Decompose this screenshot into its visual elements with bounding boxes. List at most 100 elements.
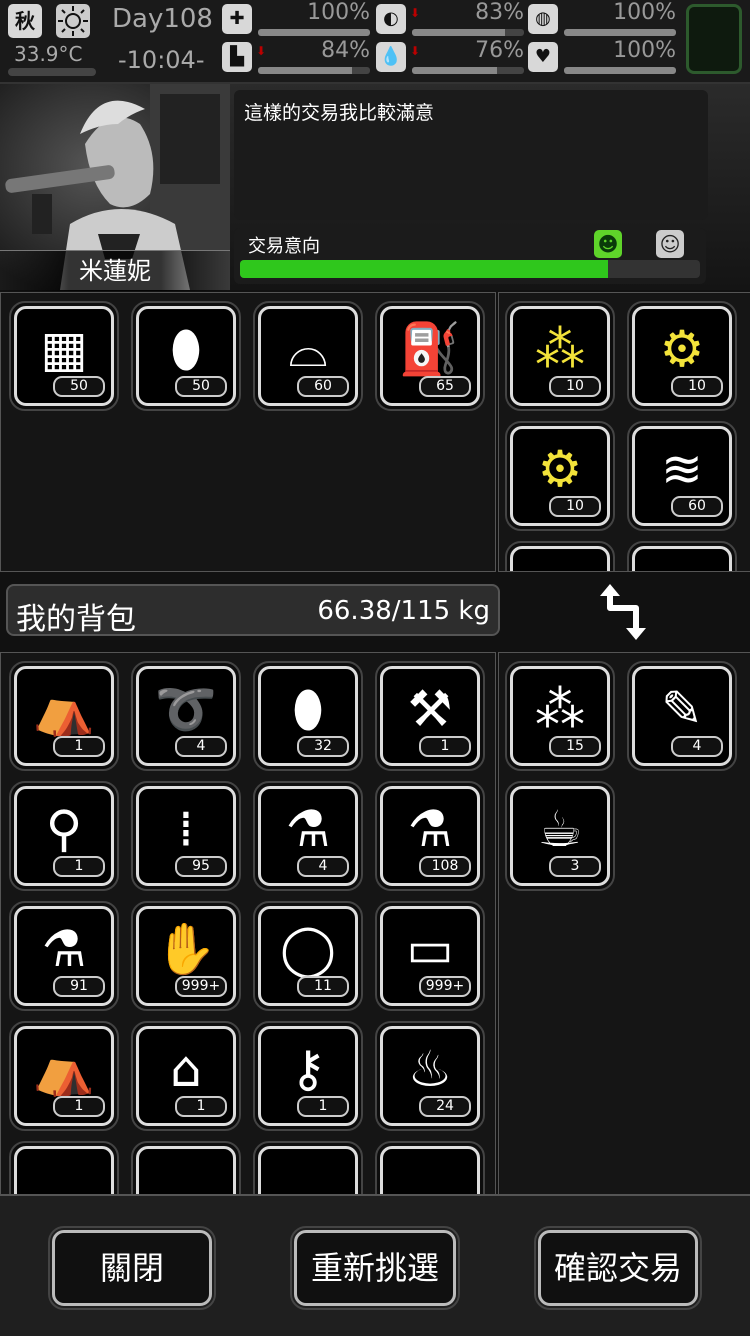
item-count: 1 (53, 1096, 105, 1117)
trade-intent-panel: 交易意向 ☻ ☺ (234, 228, 706, 284)
menu-slot-button[interactable] (686, 4, 742, 74)
my-offer-slot[interactable]: ☕ 3 (505, 781, 615, 891)
backpack-slot[interactable]: ⛺ 1 (9, 1021, 119, 1131)
stat-value: 100% (307, 0, 370, 25)
day-counter: Day108 (112, 4, 213, 34)
item-count: 4 (297, 856, 349, 877)
backpack-slot[interactable]: ✋ 999+ (131, 901, 241, 1011)
cash-stack-icon: ▭ (406, 920, 454, 978)
bricks-icon: ▦ (40, 320, 88, 378)
vial-ii-icon: ⚗ (407, 800, 453, 858)
trader-inventory-slot[interactable]: ⚙ 10 (627, 301, 737, 411)
slot-frame: ⛺ 1 (14, 666, 114, 766)
season-badge: 秋 (8, 4, 42, 38)
cola-cup-icon: ☕ (537, 800, 583, 858)
close-button[interactable]: 關閉 (48, 1226, 216, 1310)
happy-face-icon: ☻ (594, 230, 622, 258)
stat-bar-fill (412, 67, 498, 74)
backpack-slot[interactable]: ⁞ 95 (131, 781, 241, 891)
stat-bar (564, 29, 676, 36)
backpack-slot[interactable]: ⚷ 1 (253, 1021, 363, 1131)
slot-frame: ✋ 999+ (136, 906, 236, 1006)
item-count: 65 (419, 376, 471, 397)
stat-meter: 84% (258, 38, 370, 76)
item-count: 1 (419, 736, 471, 757)
backpack-slot[interactable]: ⌂ 1 (131, 1021, 241, 1131)
backpack-slot[interactable]: ⚗ 4 (253, 781, 363, 891)
item-count: 11 (297, 976, 349, 997)
slot-frame: ⌂ 1 (136, 1026, 236, 1126)
item-count: 999+ (175, 976, 227, 997)
stat-meter: 76% (412, 38, 524, 76)
stat-value: 76% (475, 38, 524, 63)
trader-offer-slot[interactable]: ⌓ 60 (253, 301, 363, 411)
clock: -10:04- (118, 46, 205, 74)
item-count: 4 (671, 736, 723, 757)
backpack-slot-partial[interactable] (253, 1141, 363, 1195)
swap-arrows-icon[interactable] (596, 582, 652, 642)
sun-icon (56, 4, 90, 38)
rope-icon: ➰ (154, 680, 218, 738)
backpack-slot[interactable]: ⛺ 1 (9, 661, 119, 771)
backpack-slot-partial[interactable] (375, 1141, 485, 1195)
slot-frame: ☕ 3 (510, 786, 610, 886)
trader-inventory-slot[interactable]: ≋ 60 (627, 421, 737, 531)
slot-frame: ⛽ 65 (380, 306, 480, 406)
grin-face-icon: ☺ (656, 230, 684, 258)
backpack-slot[interactable]: ▭ 999+ (375, 901, 485, 1011)
item-count: 4 (175, 736, 227, 757)
slot-frame: ▭ 999+ (380, 906, 480, 1006)
item-count: 60 (297, 376, 349, 397)
status-bar: 秋 33.9°C Day108 -10:04- ✚ 100% ◐ ⬇ 83% ◍ 100% ▙… (0, 0, 750, 84)
hiking-backpack-icon: ⛺ (32, 1040, 96, 1098)
slot-frame: ⚲ 1 (14, 786, 114, 886)
backpack-slot[interactable]: ⚗ 91 (9, 901, 119, 1011)
stat-value: 84% (321, 38, 370, 63)
trader-offer-slot[interactable]: ▦ 50 (9, 301, 119, 411)
backpack-header: 我的背包 66.38/115 kg (6, 584, 500, 637)
stat-bar (258, 67, 370, 74)
backpack-slot[interactable]: ◯ 11 (253, 901, 363, 1011)
temperature-gauge (8, 68, 96, 76)
my-offer-slot[interactable]: ⁂ 15 (505, 661, 615, 771)
heart-icon: ♥ (528, 42, 558, 72)
backpack-panel[interactable]: ⛺ 1 ➰ 4 ⬮ 32 ⚒ 1 ⚲ 1 ⁞ 95 ⚗ 4 ⚗ 108 ⚗ 91 ✋ 999+ ◯ 11 ▭ 999+ ⛺ 1 ⌂ 1… (0, 652, 496, 1196)
backpack-slot-partial[interactable] (9, 1141, 119, 1195)
item-count: 15 (549, 736, 601, 757)
backpack-slot[interactable]: ⚗ 108 (375, 781, 485, 891)
slot-frame: ⚷ 1 (258, 1026, 358, 1126)
item-count: 1 (53, 736, 105, 757)
my-offer-panel: ⁂ 15 ✎ 4 ☕ 3 (498, 652, 750, 1196)
item-count: 50 (53, 376, 105, 397)
trader-offer-slot[interactable]: ⛽ 65 (375, 301, 485, 411)
slot-frame: ≋ 60 (632, 426, 732, 526)
backpack-weight: 66.38/115 kg (317, 596, 490, 626)
item-count: 10 (549, 496, 601, 517)
trader-inventory-panel[interactable]: ⁂ 10 ⚙ 10 ⚙ 10 ≋ 60 (498, 292, 750, 572)
backpack-slot[interactable]: ⬮ 32 (253, 661, 363, 771)
backpack-slot[interactable]: ⚒ 1 (375, 661, 485, 771)
backpack-slot-partial[interactable] (131, 1141, 241, 1195)
backpack-slot[interactable]: ➰ 4 (131, 661, 241, 771)
backpack-slot[interactable]: ⚲ 1 (9, 781, 119, 891)
medkit-icon: ✚ (222, 4, 252, 34)
item-count: 3 (549, 856, 601, 877)
trader-inventory-slot[interactable]: ⚙ 10 (505, 421, 615, 531)
item-count: 10 (671, 376, 723, 397)
trader-inventory-slot[interactable]: ⁂ 10 (505, 301, 615, 411)
slot-frame: ⚗ 4 (258, 786, 358, 886)
my-offer-slot[interactable]: ✎ 4 (627, 661, 737, 771)
confirm-trade-button[interactable]: 確認交易 (534, 1226, 702, 1310)
slot-frame: ✎ 4 (632, 666, 732, 766)
slot-frame: ⬮ 50 (136, 306, 236, 406)
slot-frame: ⚗ 91 (14, 906, 114, 1006)
stat-value: 100% (613, 38, 676, 63)
trader-offer-slot[interactable]: ⬮ 50 (131, 301, 241, 411)
inventory-slot-partial[interactable] (505, 541, 615, 571)
bullets-icon: ⁞ (178, 800, 194, 858)
backpack-slot[interactable]: ♨ 24 (375, 1021, 485, 1131)
key-icon: ⚷ (289, 1040, 327, 1098)
reselect-button[interactable]: 重新挑選 (290, 1226, 460, 1310)
inventory-slot-partial[interactable] (627, 541, 737, 571)
item-count: 999+ (419, 976, 471, 997)
